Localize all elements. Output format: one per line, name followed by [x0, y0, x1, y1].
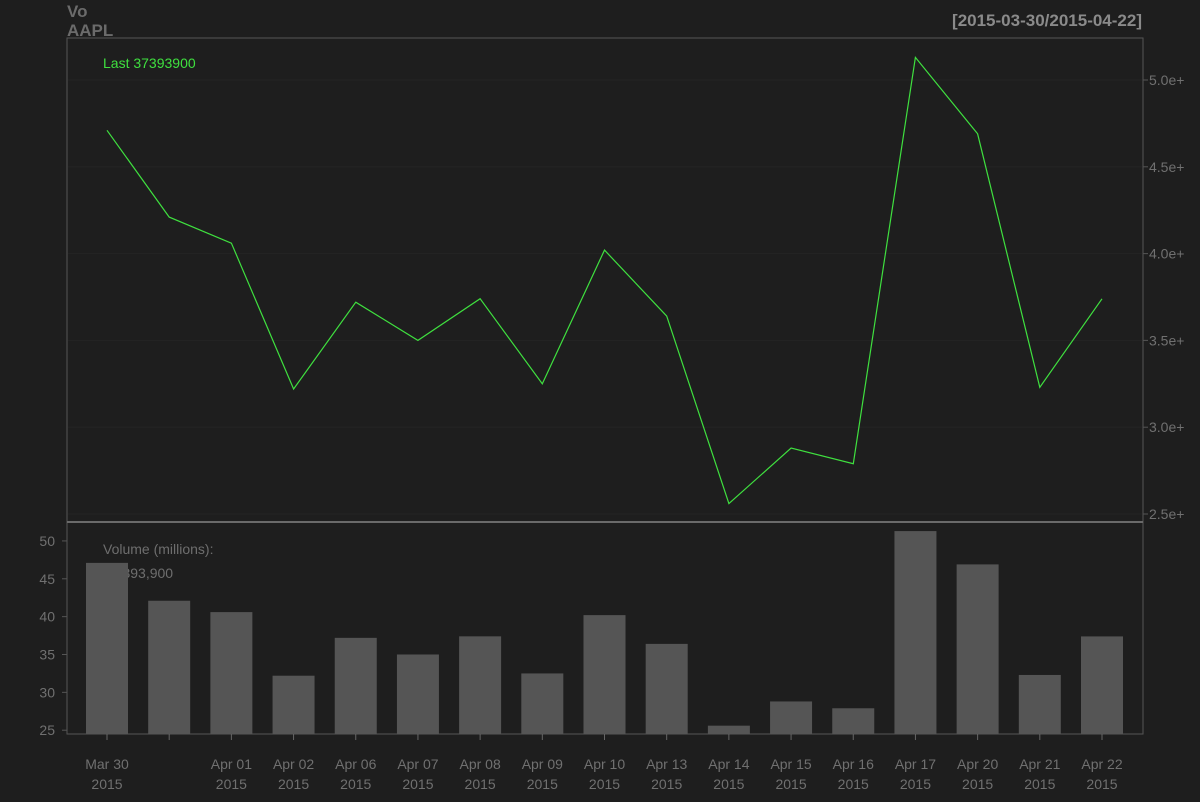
x-tick-label: Mar 30 — [85, 756, 129, 772]
x-tick-label: Apr 22 — [1081, 756, 1122, 772]
volume-bar — [272, 675, 315, 734]
volume-tick-label: 30 — [39, 684, 55, 700]
x-tick-label: Apr 09 — [522, 756, 563, 772]
x-tick-year: 2015 — [91, 776, 122, 792]
volume-bar — [459, 636, 502, 734]
x-tick-year: 2015 — [402, 776, 433, 792]
x-tick-year: 2015 — [1024, 776, 1055, 792]
x-tick-year: 2015 — [278, 776, 309, 792]
volume-bar — [396, 654, 439, 734]
x-tick-label: Apr 10 — [584, 756, 625, 772]
volume-bar — [334, 637, 377, 734]
volume-bar — [521, 673, 564, 734]
x-tick-label: Apr 13 — [646, 756, 687, 772]
x-tick-label: Apr 17 — [895, 756, 936, 772]
volume-bar — [956, 564, 999, 734]
x-tick-label: Apr 14 — [708, 756, 749, 772]
x-tick-label: Apr 01 — [211, 756, 252, 772]
x-tick-label: Apr 07 — [397, 756, 438, 772]
volume-bar — [1018, 674, 1061, 734]
volume-bar — [770, 701, 813, 734]
x-tick-label: Apr 16 — [833, 756, 874, 772]
volume-tick-label: 45 — [39, 571, 55, 587]
volume-tick-label: 50 — [39, 533, 55, 549]
x-tick-label: Apr 20 — [957, 756, 998, 772]
x-tick-year: 2015 — [589, 776, 620, 792]
volume-bar — [707, 725, 750, 734]
y-tick-label: 3.0e+ — [1149, 419, 1184, 435]
volume-tick-label: 25 — [39, 722, 55, 738]
x-tick-year: 2015 — [713, 776, 744, 792]
x-tick-year: 2015 — [527, 776, 558, 792]
x-tick-label: Apr 06 — [335, 756, 376, 772]
x-tick-label: Apr 08 — [460, 756, 501, 772]
x-tick-year: 2015 — [651, 776, 682, 792]
volume-bar — [210, 612, 253, 734]
x-tick-year: 2015 — [962, 776, 993, 792]
x-tick-year: 2015 — [1086, 776, 1117, 792]
y-tick-label: 4.0e+ — [1149, 246, 1184, 262]
volume-line — [106, 55, 1103, 505]
x-tick-year: 2015 — [900, 776, 931, 792]
volume-chart: 2.5e+ 3.0e+ 3.5e+ 4.0e+ 4.5e+ 5.0e+ 25 30 35 40 45… — [39, 37, 1184, 792]
x-tick-year: 2015 — [216, 776, 247, 792]
x-tick-year: 2015 — [775, 776, 806, 792]
volume-bar — [1081, 636, 1123, 734]
volume-bar — [583, 615, 626, 734]
volume-tick-label: 40 — [39, 609, 55, 625]
volume-bar — [832, 708, 875, 734]
x-tick-label: Apr 15 — [770, 756, 811, 772]
volume-bar — [86, 562, 128, 734]
volume-bar — [645, 643, 688, 734]
y-tick-label: 5.0e+ — [1149, 72, 1184, 88]
volume-bar — [894, 531, 937, 734]
x-tick-year: 2015 — [340, 776, 371, 792]
y-tick-label: 2.5e+ — [1149, 506, 1184, 522]
volume-bar — [148, 600, 191, 734]
x-tick-label: Apr 21 — [1019, 756, 1060, 772]
volume-tick-label: 35 — [39, 647, 55, 663]
x-tick-label: Apr 02 — [273, 756, 314, 772]
y-tick-label: 3.5e+ — [1149, 332, 1184, 348]
x-tick-year: 2015 — [838, 776, 869, 792]
y-tick-label: 4.5e+ — [1149, 159, 1184, 175]
x-tick-year: 2015 — [465, 776, 496, 792]
